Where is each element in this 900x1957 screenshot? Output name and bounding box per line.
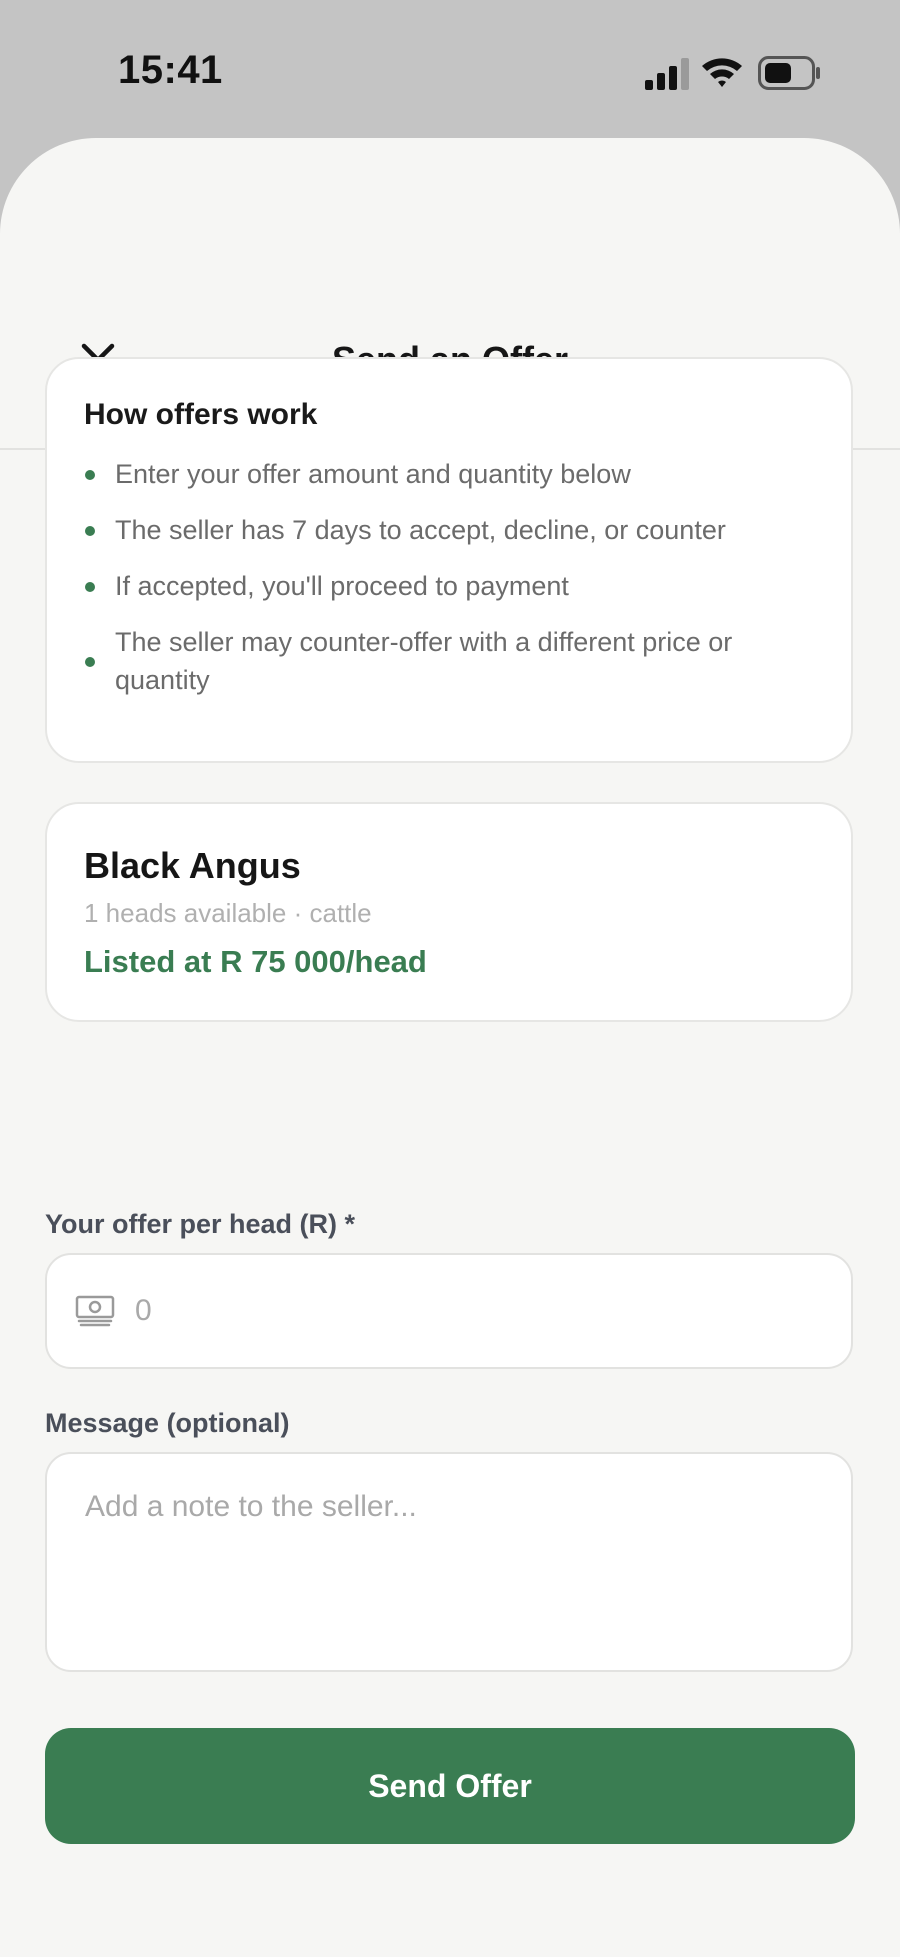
status-bar: 15:41	[0, 0, 900, 140]
list-item: The seller has 7 days to accept, decline…	[84, 511, 815, 549]
wifi-icon	[702, 58, 742, 87]
offer-input-container[interactable]	[45, 1253, 853, 1369]
cash-icon	[75, 1295, 115, 1327]
status-time: 15:41	[118, 48, 223, 92]
bullet-text: Enter your offer amount and quantity bel…	[115, 459, 631, 489]
signal-icon	[645, 58, 689, 90]
message-input-container[interactable]	[45, 1452, 853, 1672]
listing-price: Listed at R 75 000/head	[84, 944, 427, 979]
list-item: Enter your offer amount and quantity bel…	[84, 455, 815, 493]
bullet-text: If accepted, you'll proceed to payment	[115, 571, 569, 601]
offer-label: Your offer per head (R) *	[45, 1209, 356, 1239]
message-textarea[interactable]	[85, 1490, 813, 1630]
info-bullet-list: Enter your offer amount and quantity bel…	[84, 455, 815, 699]
info-title: How offers work	[84, 398, 318, 431]
bullet-dot-icon	[85, 470, 95, 480]
bullet-text: The seller may counter-offer with a diff…	[115, 627, 733, 695]
list-item: The seller may counter-offer with a diff…	[84, 623, 815, 699]
listing-card: Black Angus 1 heads available · cattle L…	[45, 802, 853, 1022]
message-label: Message (optional)	[45, 1408, 290, 1438]
listing-title: Black Angus	[84, 845, 301, 886]
bullet-dot-icon	[85, 526, 95, 536]
bullet-dot-icon	[85, 657, 95, 667]
offer-amount-input[interactable]	[133, 1293, 787, 1329]
list-item: If accepted, you'll proceed to payment	[84, 567, 815, 605]
battery-icon	[758, 56, 820, 90]
listing-subtitle: 1 heads available · cattle	[84, 898, 372, 928]
how-offers-work-card: How offers work Enter your offer amount …	[45, 357, 853, 763]
bullet-text: The seller has 7 days to accept, decline…	[115, 515, 726, 545]
bullet-dot-icon	[85, 582, 95, 592]
send-offer-button[interactable]: Send Offer	[45, 1728, 855, 1844]
